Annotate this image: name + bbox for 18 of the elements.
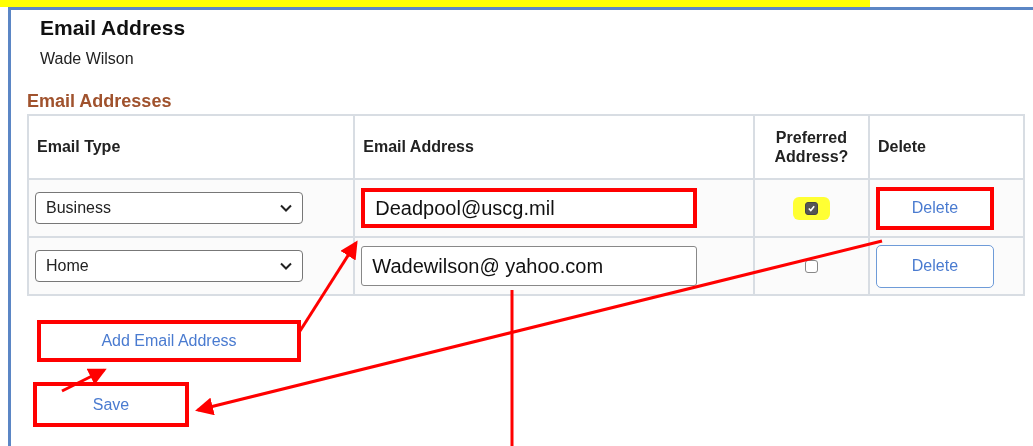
- check-icon: [806, 203, 816, 213]
- delete-button[interactable]: Delete: [875, 186, 994, 230]
- caret-icon: [280, 204, 292, 212]
- preferred-checkbox[interactable]: [804, 201, 818, 215]
- email-type-dropdown[interactable]: Home: [35, 250, 303, 282]
- delete-button[interactable]: Delete: [875, 244, 994, 288]
- column-header: Email Address: [354, 115, 754, 179]
- email-input-field[interactable]: Wadewilson@ yahoo.com: [361, 246, 698, 286]
- section-title: Email Addresses: [27, 91, 173, 112]
- page-title: Email Address: [40, 16, 187, 40]
- save-button[interactable]: Save: [33, 382, 189, 427]
- add-email-button[interactable]: Add Email Address: [37, 320, 301, 362]
- caret-icon: [280, 262, 292, 270]
- annotation-arrow: [61, 368, 107, 393]
- column-header: Email Type: [28, 115, 355, 179]
- email-input-field[interactable]: Deadpool@uscg.mil: [361, 188, 698, 228]
- email-type-dropdown[interactable]: Business: [35, 192, 303, 224]
- person-name: Wade Wilson: [40, 50, 135, 68]
